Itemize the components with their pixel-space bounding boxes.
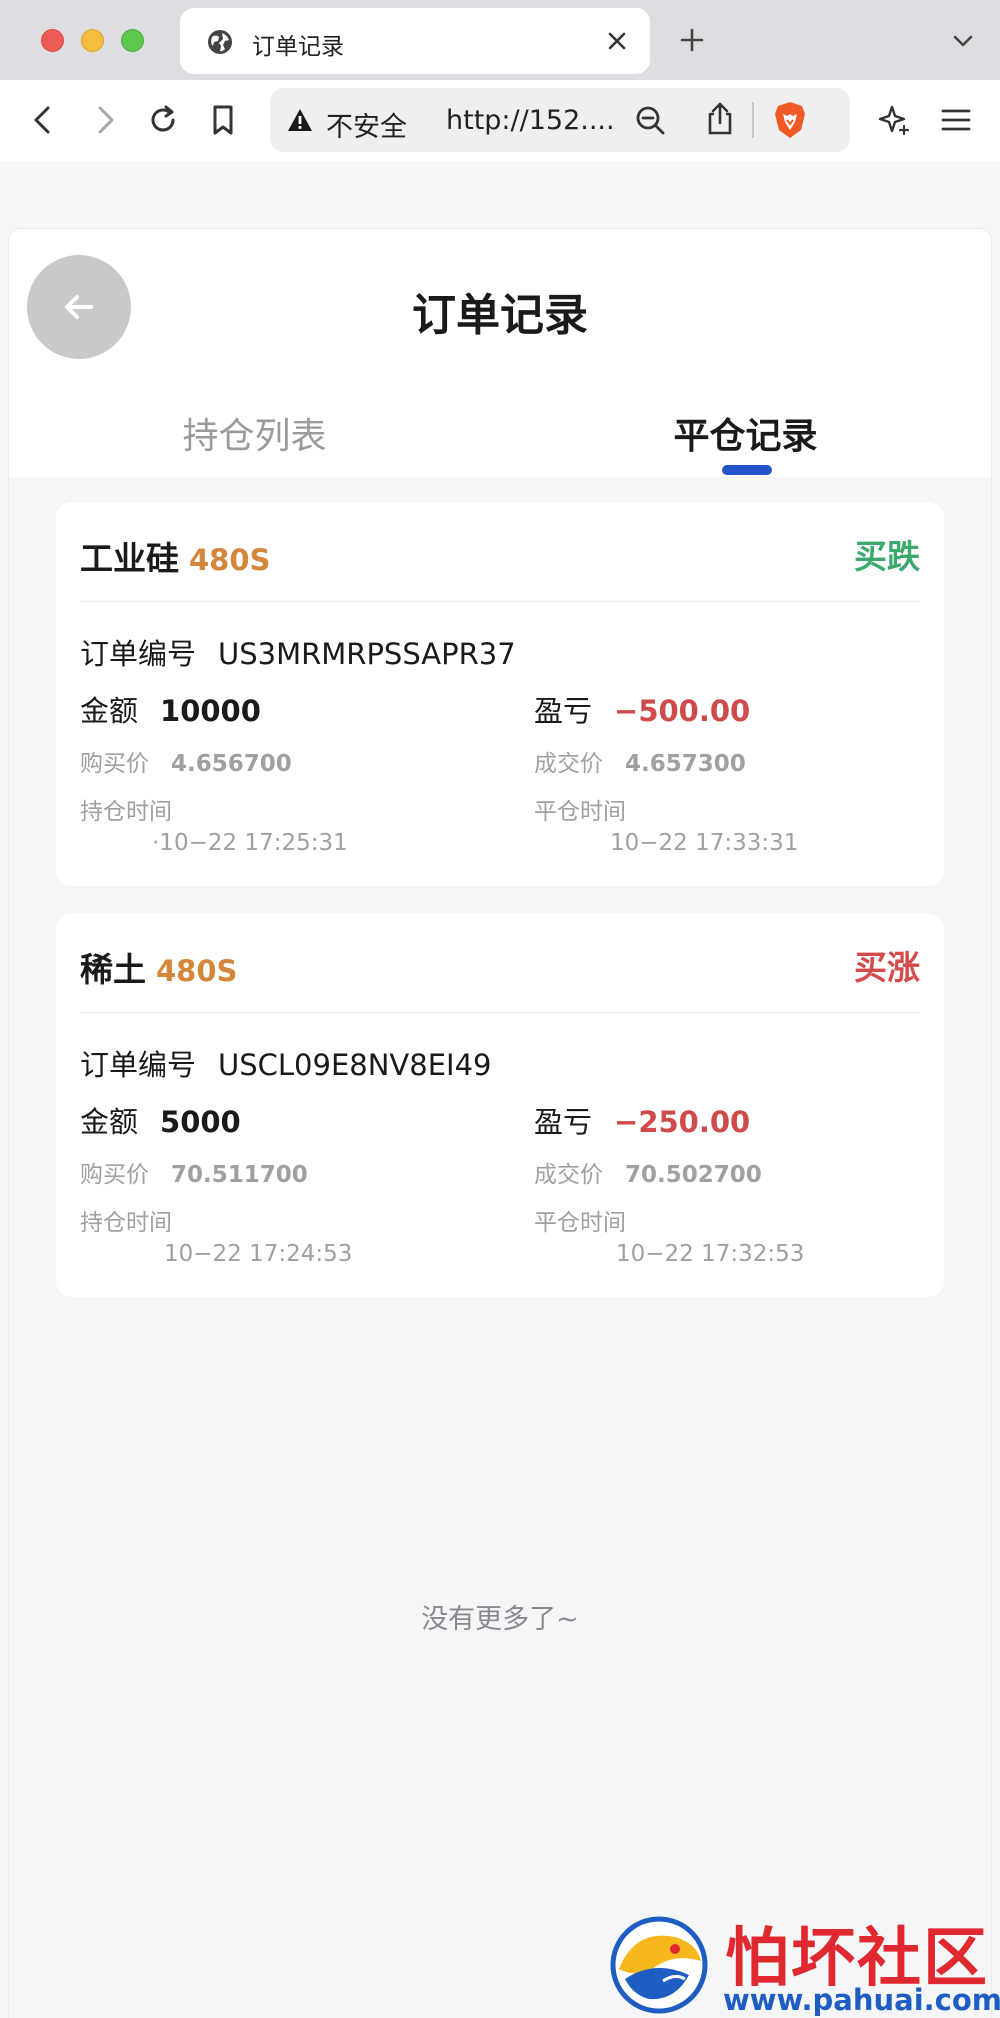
buy-price-row: 购买价 70.511700: [80, 1155, 308, 1189]
order-number-value: USCL09E8NV8EI49: [218, 1048, 492, 1082]
url-text[interactable]: http://152....: [446, 105, 615, 136]
pnl-row: 盈亏 −500.00: [534, 688, 750, 730]
buy-price-label: 购买价: [80, 1162, 149, 1188]
warning-icon[interactable]: [286, 106, 314, 134]
order-direction: 买涨: [854, 948, 920, 987]
card-divider: [80, 601, 920, 602]
hold-time-value: 10−22 17:24:53: [164, 1241, 353, 1267]
deal-price-row: 成交价 70.502700: [534, 1155, 762, 1189]
pnl-row: 盈亏 −250.00: [534, 1099, 750, 1141]
globe-icon: [208, 30, 232, 54]
watermark-url: www.pahuai.com: [723, 1983, 1000, 2017]
amount-value: 5000: [160, 1105, 241, 1139]
brave-shield-icon[interactable]: [772, 100, 808, 140]
address-bar-divider: [752, 102, 754, 138]
bookmark-icon[interactable]: [205, 102, 241, 138]
order-number-label: 订单编号: [80, 637, 197, 671]
hold-time-label: 持仓时间: [80, 799, 172, 825]
minimize-window-button[interactable]: [81, 29, 104, 52]
buy-price-value: 4.656700: [171, 751, 292, 777]
deal-price-label: 成交价: [534, 1162, 603, 1188]
browser-window: 订单记录 不安全 http://152.... 订单记录 持仓列表 平仓记录 工…: [0, 0, 1000, 2018]
order-card[interactable]: 工业硅 480S 买跌 订单编号 US3MRMRPSSAPR37 金额 10000 盈…: [56, 502, 944, 886]
buy-price-row: 购买价 4.656700: [80, 744, 292, 778]
order-product: 稀土 480S: [80, 943, 237, 991]
amount-row: 金额 10000: [80, 688, 261, 730]
order-number-label: 订单编号: [80, 1048, 197, 1082]
order-direction: 买跌: [854, 537, 920, 576]
order-number-row: 订单编号 US3MRMRPSSAPR37: [80, 631, 516, 673]
order-number-value: US3MRMRPSSAPR37: [218, 637, 516, 671]
order-product: 工业硅 480S: [80, 532, 270, 580]
order-number-row: 订单编号 USCL09E8NV8EI49: [80, 1042, 492, 1084]
card-divider: [80, 1012, 920, 1013]
hold-time-value: ·10−22 17:25:31: [152, 830, 348, 856]
hold-time-label: 持仓时间: [80, 1210, 172, 1236]
not-secure-label[interactable]: 不安全: [326, 105, 407, 144]
page-header: 订单记录 持仓列表 平仓记录: [9, 229, 991, 477]
browser-toolbar: 不安全 http://152....: [0, 80, 1000, 162]
order-card[interactable]: 稀土 480S 买涨 订单编号 USCL09E8NV8EI49 金额 5000 盈亏 −…: [56, 913, 944, 1297]
forward-nav-icon[interactable]: [86, 102, 122, 138]
address-bar[interactable]: 不安全 http://152....: [270, 88, 850, 152]
pnl-label: 盈亏: [534, 694, 593, 728]
tab-strip: 订单记录: [0, 0, 1000, 80]
buy-price-label: 购买价: [80, 751, 149, 777]
amount-value: 10000: [160, 694, 261, 728]
back-nav-icon[interactable]: [26, 102, 62, 138]
order-product-name: 工业硅: [80, 539, 179, 578]
share-icon[interactable]: [702, 100, 738, 138]
order-duration: 480S: [156, 954, 238, 988]
page-content: 订单记录 持仓列表 平仓记录 工业硅 480S 买跌 订单编号 US3MRMRPSS…: [8, 228, 992, 2018]
close-window-button[interactable]: [41, 29, 64, 52]
deal-price-value: 70.502700: [625, 1162, 762, 1188]
tab-title: 订单记录: [252, 34, 344, 60]
tab-positions[interactable]: 持仓列表: [9, 407, 500, 459]
deal-price-row: 成交价 4.657300: [534, 744, 746, 778]
hamburger-menu-icon[interactable]: [938, 102, 974, 138]
new-tab-icon[interactable]: [676, 24, 708, 56]
active-tab-indicator: [722, 465, 772, 475]
sparkle-icon[interactable]: [876, 102, 912, 138]
buy-price-value: 70.511700: [171, 1162, 308, 1188]
amount-row: 金额 5000: [80, 1099, 241, 1141]
order-product-name: 稀土: [80, 950, 146, 989]
close-time-value: 10−22 17:33:31: [610, 830, 799, 856]
maximize-window-button[interactable]: [121, 29, 144, 52]
tab-closed-records[interactable]: 平仓记录: [500, 407, 991, 459]
fish-logo-icon: [610, 1916, 708, 2014]
reload-icon[interactable]: [145, 102, 181, 138]
deal-price-label: 成交价: [534, 751, 603, 777]
amount-label: 金额: [80, 694, 139, 728]
pnl-value: −250.00: [614, 1105, 751, 1139]
browser-tab-active[interactable]: 订单记录: [180, 8, 650, 74]
close-time-value: 10−22 17:32:53: [616, 1241, 805, 1267]
order-duration: 480S: [189, 543, 271, 577]
watermark: 怕坏社区 www.pahuai.com: [605, 1905, 1000, 2018]
close-tab-icon[interactable]: [604, 28, 630, 54]
close-time-label: 平仓时间: [534, 1210, 626, 1236]
close-time-label: 平仓时间: [534, 799, 626, 825]
deal-price-value: 4.657300: [625, 751, 746, 777]
pnl-label: 盈亏: [534, 1105, 593, 1139]
pnl-value: −500.00: [614, 694, 751, 728]
no-more-text: 没有更多了~: [421, 1604, 579, 1635]
page-title: 订单记录: [412, 290, 588, 341]
chevron-down-icon[interactable]: [950, 28, 976, 54]
amount-label: 金额: [80, 1105, 139, 1139]
zoom-out-icon[interactable]: [632, 102, 668, 138]
